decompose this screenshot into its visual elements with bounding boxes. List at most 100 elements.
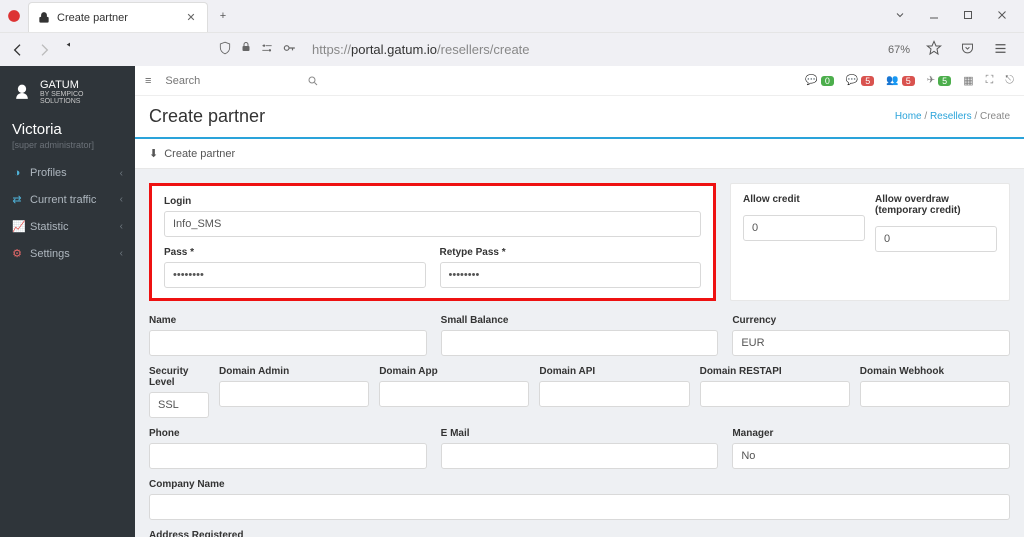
url-host: portal.gatum.io	[351, 42, 437, 57]
small-balance-input[interactable]	[441, 330, 719, 356]
allow-credit-label: Allow credit	[743, 194, 865, 205]
email-label: E Mail	[441, 428, 719, 439]
tab-favicon-icon	[37, 11, 51, 25]
status-chip-3[interactable]: 👥5	[886, 75, 914, 86]
chip-badge: 5	[861, 76, 874, 86]
status-chip-1[interactable]: 💬0	[805, 75, 833, 86]
brand-logo-icon	[12, 83, 32, 103]
browser-tab[interactable]: Create partner ✕	[28, 2, 208, 32]
chevron-left-icon: ‹	[120, 168, 123, 179]
zoom-level[interactable]: 67%	[882, 42, 916, 58]
address-registered-label: Address Registered	[149, 530, 1010, 537]
chip-badge: 5	[902, 76, 915, 86]
crumb-home[interactable]: Home	[895, 111, 922, 122]
menu-toggle-icon[interactable]: ≡	[145, 75, 151, 87]
phone-label: Phone	[149, 428, 427, 439]
chevron-left-icon: ‹	[120, 221, 123, 232]
refresh-icon[interactable]	[62, 42, 78, 58]
logout-icon[interactable]: ⎋	[1005, 74, 1014, 87]
tab-close-icon[interactable]: ✕	[183, 11, 199, 24]
highlighted-credentials-panel: Login Pass * Retype Pass *	[149, 183, 716, 301]
status-chip-4[interactable]: ✈5	[927, 75, 951, 86]
tab-title: Create partner	[57, 12, 177, 24]
email-input[interactable]	[441, 443, 719, 469]
sidebar: GATUM BY SEMPICO SOLUTIONS Victoria [sup…	[0, 66, 135, 537]
security-level-select[interactable]: SSL	[149, 392, 209, 418]
sidebar-item-label: Current traffic	[30, 194, 96, 206]
manager-select[interactable]: No	[732, 443, 1010, 469]
download-icon: ⬇	[149, 147, 158, 160]
status-chip-2[interactable]: 💬5	[846, 75, 874, 86]
app-logo-icon	[6, 8, 22, 24]
sidebar-item-profiles[interactable]: ◑ Profiles ‹	[0, 160, 135, 186]
bookmark-icon[interactable]	[926, 40, 942, 59]
credit-panel: Allow credit Allow overdraw (temporary c…	[730, 183, 1010, 301]
settings-icon: ⚙	[12, 247, 22, 260]
forward-icon[interactable]	[36, 42, 52, 58]
allow-overdraw-input[interactable]	[875, 226, 997, 252]
crumb-resellers[interactable]: Resellers	[930, 111, 972, 122]
settings-toggle-icon[interactable]	[260, 41, 274, 58]
browser-tab-bar: Create partner ✕ +	[0, 0, 1024, 32]
key-icon[interactable]	[282, 41, 296, 58]
window-maximize-icon[interactable]	[962, 9, 974, 24]
chip-badge: 0	[821, 76, 834, 86]
shield-icon[interactable]	[218, 41, 232, 58]
domain-app-input[interactable]	[379, 381, 529, 407]
users-icon: 👥	[886, 75, 898, 86]
user-name: Victoria	[0, 119, 135, 140]
search-input[interactable]	[161, 71, 311, 91]
sidebar-item-label: Profiles	[30, 167, 67, 179]
statistic-icon: 📈	[12, 220, 22, 233]
chat-icon: 💬	[805, 75, 817, 86]
domain-webhook-label: Domain Webhook	[860, 366, 1010, 377]
name-input[interactable]	[149, 330, 427, 356]
domain-restapi-input[interactable]	[700, 381, 850, 407]
breadcrumb: Home / Resellers / Create	[895, 111, 1010, 122]
phone-input[interactable]	[149, 443, 427, 469]
domain-restapi-label: Domain RESTAPI	[700, 366, 850, 377]
domain-webhook-input[interactable]	[860, 381, 1010, 407]
domain-admin-input[interactable]	[219, 381, 369, 407]
retype-pass-input[interactable]	[440, 262, 702, 288]
window-close-icon[interactable]	[996, 9, 1008, 24]
allow-credit-input[interactable]	[743, 215, 865, 241]
sidebar-item-current-traffic[interactable]: ⇄Current traffic‹	[0, 186, 135, 213]
grid-icon[interactable]: ▦	[963, 74, 973, 87]
user-role: [super administrator]	[0, 140, 135, 160]
domain-api-input[interactable]	[539, 381, 689, 407]
small-balance-label: Small Balance	[441, 315, 719, 326]
search-icon[interactable]	[307, 75, 319, 90]
lock-icon[interactable]	[240, 41, 252, 58]
domain-api-label: Domain API	[539, 366, 689, 377]
currency-select[interactable]: EUR	[732, 330, 1010, 356]
allow-overdraw-label: Allow overdraw (temporary credit)	[875, 194, 997, 216]
plane-icon: ✈	[927, 75, 935, 86]
login-input[interactable]	[164, 211, 701, 237]
url-path: /resellers/create	[437, 42, 529, 57]
sidebar-item-settings[interactable]: ⚙Settings‹	[0, 240, 135, 267]
page-header: Create partner Home / Resellers / Create	[135, 96, 1024, 139]
window-minimize-icon[interactable]	[928, 9, 940, 24]
new-tab-button[interactable]: +	[214, 10, 232, 22]
security-level-label: Security Level	[149, 366, 209, 388]
chevron-down-icon[interactable]	[894, 9, 906, 24]
traffic-icon: ⇄	[12, 193, 22, 206]
sub-header: ⬇ Create partner	[135, 139, 1024, 169]
pass-input[interactable]	[164, 262, 426, 288]
url-field[interactable]: https://portal.gatum.io/resellers/create	[306, 42, 872, 57]
profiles-icon: ◑	[12, 167, 22, 179]
pass-label: Pass *	[164, 247, 426, 258]
company-name-input[interactable]	[149, 494, 1010, 520]
currency-label: Currency	[732, 315, 1010, 326]
sidebar-item-statistic[interactable]: 📈Statistic‹	[0, 213, 135, 240]
menu-icon[interactable]	[993, 41, 1008, 59]
domain-app-label: Domain App	[379, 366, 529, 377]
address-bar: https://portal.gatum.io/resellers/create…	[0, 32, 1024, 66]
brand-sub: BY SEMPICO SOLUTIONS	[40, 91, 123, 105]
page-title: Create partner	[149, 106, 265, 127]
company-name-label: Company Name	[149, 479, 1010, 490]
expand-icon[interactable]: ⛶	[986, 74, 994, 87]
back-icon[interactable]	[10, 42, 26, 58]
pocket-icon[interactable]	[960, 41, 975, 59]
